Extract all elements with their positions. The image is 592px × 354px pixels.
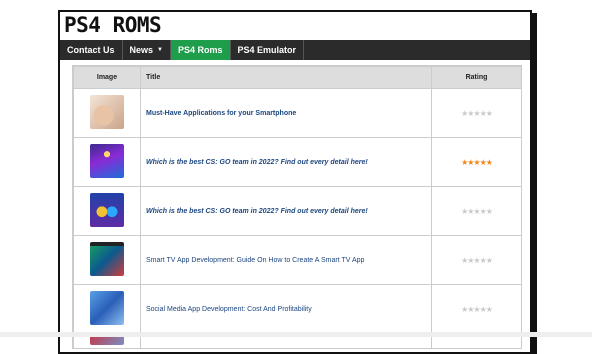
image-cell xyxy=(73,88,141,138)
star-icon[interactable]: ★ xyxy=(486,256,493,265)
roms-table: Image Title Rating Must-Have Application… xyxy=(72,65,522,349)
table-header-row: Image Title Rating xyxy=(73,66,522,89)
star-icon[interactable]: ★ xyxy=(486,305,493,314)
nav-item-label: PS4 Roms xyxy=(177,45,223,55)
nav-item-news[interactable]: News ▼ xyxy=(123,40,171,60)
column-header-title: Title xyxy=(140,66,432,89)
star-icon[interactable]: ★ xyxy=(486,109,493,118)
rating-cell: ★★★★★ xyxy=(431,186,522,236)
article-link[interactable]: Which is the best CS: GO team in 2022? F… xyxy=(146,159,368,166)
article-link[interactable]: Which is the best CS: GO team in 2022? F… xyxy=(146,208,368,215)
image-cell xyxy=(73,186,141,236)
star-rating[interactable]: ★★★★★ xyxy=(461,207,493,216)
chevron-down-icon: ▼ xyxy=(157,47,163,53)
star-icon[interactable]: ★ xyxy=(486,158,493,167)
star-rating[interactable]: ★★★★★ xyxy=(461,256,493,265)
thumbnail-image[interactable] xyxy=(90,193,124,227)
rating-cell: ★★★★★ xyxy=(431,88,522,138)
star-rating[interactable]: ★★★★★ xyxy=(461,158,493,167)
title-cell: Must-Have Applications for your Smartpho… xyxy=(140,88,432,138)
article-link[interactable]: Must-Have Applications for your Smartpho… xyxy=(146,110,296,117)
table-row: Smart TV App Development: Guide On How t… xyxy=(73,235,522,285)
table-row: Which is the best CS: GO team in 2022? F… xyxy=(73,137,522,187)
nav-item-contact-us[interactable]: Contact Us xyxy=(60,40,123,60)
rating-cell: ★★★★★ xyxy=(431,137,522,187)
rating-cell: ★★★★★ xyxy=(431,235,522,285)
nav-item-label: News xyxy=(129,45,154,55)
nav-item-label: PS4 Emulator xyxy=(237,45,297,55)
rating-cell: ★★★★★ xyxy=(431,284,522,334)
nav-item-label: Contact Us xyxy=(67,45,115,55)
thumbnail-image[interactable] xyxy=(90,242,124,276)
table-row: Social Media App Development: Cost And P… xyxy=(73,284,522,334)
star-rating[interactable]: ★★★★★ xyxy=(461,305,493,314)
image-cell xyxy=(73,284,141,334)
column-header-image: Image xyxy=(73,66,141,89)
thumbnail-image[interactable] xyxy=(90,291,124,325)
image-cell xyxy=(73,137,141,187)
article-link[interactable]: Social Media App Development: Cost And P… xyxy=(146,306,312,313)
thumbnail-image[interactable] xyxy=(90,95,124,129)
star-rating[interactable]: ★★★★★ xyxy=(461,109,493,118)
bottom-edge xyxy=(0,332,592,337)
column-header-rating: Rating xyxy=(431,66,522,89)
article-link[interactable]: Smart TV App Development: Guide On How t… xyxy=(146,257,364,264)
title-cell: Smart TV App Development: Guide On How t… xyxy=(140,235,432,285)
star-icon[interactable]: ★ xyxy=(486,207,493,216)
title-cell: Social Media App Development: Cost And P… xyxy=(140,284,432,334)
nav-item-ps4-roms[interactable]: PS4 Roms xyxy=(170,40,231,60)
page-frame: PS4 ROMS Contact Us News ▼ PS4 Roms PS4 … xyxy=(58,10,532,354)
site-title[interactable]: PS4 ROMS xyxy=(64,13,162,37)
main-nav: Contact Us News ▼ PS4 Roms PS4 Emulator xyxy=(60,40,530,60)
title-cell: Which is the best CS: GO team in 2022? F… xyxy=(140,186,432,236)
title-cell: Which is the best CS: GO team in 2022? F… xyxy=(140,137,432,187)
thumbnail-image[interactable] xyxy=(90,144,124,178)
table-row: Which is the best CS: GO team in 2022? F… xyxy=(73,186,522,236)
nav-item-ps4-emulator[interactable]: PS4 Emulator xyxy=(231,40,305,60)
image-cell xyxy=(73,235,141,285)
table-row: Must-Have Applications for your Smartpho… xyxy=(73,88,522,138)
